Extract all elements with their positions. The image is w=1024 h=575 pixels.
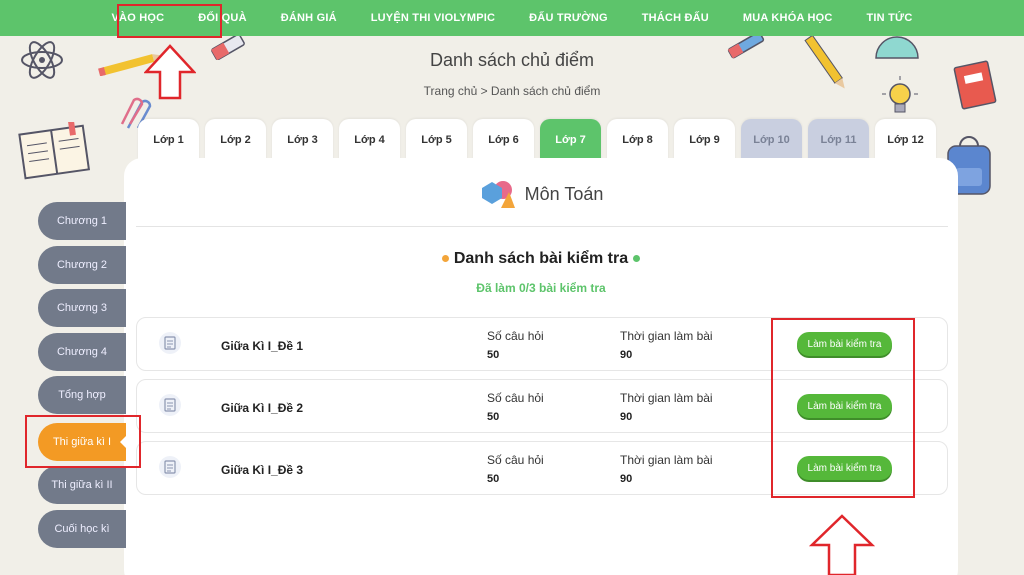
test-list-title: Danh sách bài kiểm tra: [124, 250, 958, 268]
sidebar-item-thi-giua-ki-2[interactable]: Thi giữa kì II: [38, 466, 126, 504]
sidebar-item-chuong-4[interactable]: Chương 4: [38, 333, 126, 371]
question-count-label: Số câu hỏi: [487, 391, 544, 405]
sidebar-item-chuong-1[interactable]: Chương 1: [38, 202, 126, 240]
question-count-label: Số câu hỏi: [487, 453, 544, 467]
test-progress: Đã làm 0/3 bài kiểm tra: [476, 281, 606, 295]
sidebar-item-label: Chương 1: [56, 215, 108, 227]
sidebar-item-label: Chương 3: [56, 302, 108, 314]
tab-lop-12[interactable]: Lớp 12: [875, 119, 936, 161]
document-icon: [159, 456, 181, 478]
sidebar-item-chuong-2[interactable]: Chương 2: [38, 246, 126, 284]
tab-lop-5[interactable]: Lớp 5: [406, 119, 467, 161]
annotation-highlight-buttons: [771, 318, 915, 498]
question-count-value: 50: [487, 473, 500, 485]
breadcrumb: Trang chủ > Danh sách chủ điểm: [423, 84, 601, 98]
geometry-icon: [481, 181, 515, 208]
time-label: Thời gian làm bài: [620, 329, 713, 343]
sidebar-item-label: Chương 2: [56, 259, 108, 271]
question-count-value: 50: [487, 411, 500, 423]
annotation-arrow-up-icon: [809, 514, 875, 575]
time-value: 90: [620, 473, 633, 485]
question-count-label: Số câu hỏi: [487, 329, 544, 343]
notebook-icon: [18, 122, 90, 180]
page-title: Danh sách chủ điểm: [429, 50, 595, 70]
time-label: Thời gian làm bài: [620, 453, 713, 467]
test-name: Giữa Kì I_Đề 3: [221, 463, 304, 477]
time-value: 90: [620, 411, 633, 423]
test-name: Giữa Kì I_Đề 1: [221, 339, 304, 353]
sidebar-item-label: Thi giữa kì II: [51, 479, 113, 491]
tab-lop-10[interactable]: Lớp 10: [741, 119, 802, 161]
sidebar-item-label: Chương 4: [56, 346, 108, 358]
nav-mua-khoa-hoc[interactable]: MUA KHÓA HỌC: [726, 12, 850, 24]
nav-tin-tuc[interactable]: TIN TỨC: [850, 12, 930, 24]
document-icon: [159, 394, 181, 416]
sidebar-item-label: Cuối học kì: [54, 523, 110, 535]
bullet-dot-icon: [441, 255, 449, 263]
tab-lop-7[interactable]: Lớp 7: [540, 119, 601, 161]
annotation-highlight-nav: [117, 4, 222, 38]
sidebar-item-chuong-3[interactable]: Chương 3: [38, 289, 126, 327]
tab-lop-4[interactable]: Lớp 4: [339, 119, 400, 161]
tab-lop-8[interactable]: Lớp 8: [607, 119, 668, 161]
tab-lop-3[interactable]: Lớp 3: [272, 119, 333, 161]
tab-lop-6[interactable]: Lớp 6: [473, 119, 534, 161]
sidebar-item-cuoi-hoc-ki[interactable]: Cuối học kì: [38, 510, 126, 548]
tab-lop-11[interactable]: Lớp 11: [808, 119, 869, 161]
question-count-value: 50: [487, 349, 500, 361]
nav-luyen-thi-violympic[interactable]: LUYỆN THI VIOLYMPIC: [354, 12, 512, 24]
grade-tabs: Lớp 1 Lớp 2 Lớp 3 Lớp 4 Lớp 5 Lớp 6 Lớp …: [138, 119, 936, 161]
subject-label: Môn Toán: [524, 183, 604, 204]
annotation-highlight-sidebar: [25, 415, 141, 468]
nav-dau-truong[interactable]: ĐẤU TRƯỜNG: [512, 12, 625, 24]
tab-lop-2[interactable]: Lớp 2: [205, 119, 266, 161]
nav-thach-dau[interactable]: THÁCH ĐẤU: [625, 12, 726, 24]
bullet-dot-icon: [633, 255, 641, 263]
document-icon: [159, 332, 181, 354]
lightbulb-icon: [882, 76, 918, 113]
sidebar-item-tong-hop[interactable]: Tổng hợp: [38, 376, 126, 414]
divider: [136, 226, 948, 227]
nav-danh-gia[interactable]: ĐÁNH GIÁ: [264, 12, 354, 24]
tab-lop-9[interactable]: Lớp 9: [674, 119, 735, 161]
test-list-title-text: Danh sách bài kiểm tra: [453, 250, 629, 267]
tab-lop-1[interactable]: Lớp 1: [138, 119, 199, 161]
time-label: Thời gian làm bài: [620, 391, 713, 405]
time-value: 90: [620, 349, 633, 361]
test-name: Giữa Kì I_Đề 2: [221, 401, 304, 415]
sidebar-item-label: Tổng hợp: [58, 389, 106, 401]
subject-header: Môn Toán: [124, 178, 958, 210]
